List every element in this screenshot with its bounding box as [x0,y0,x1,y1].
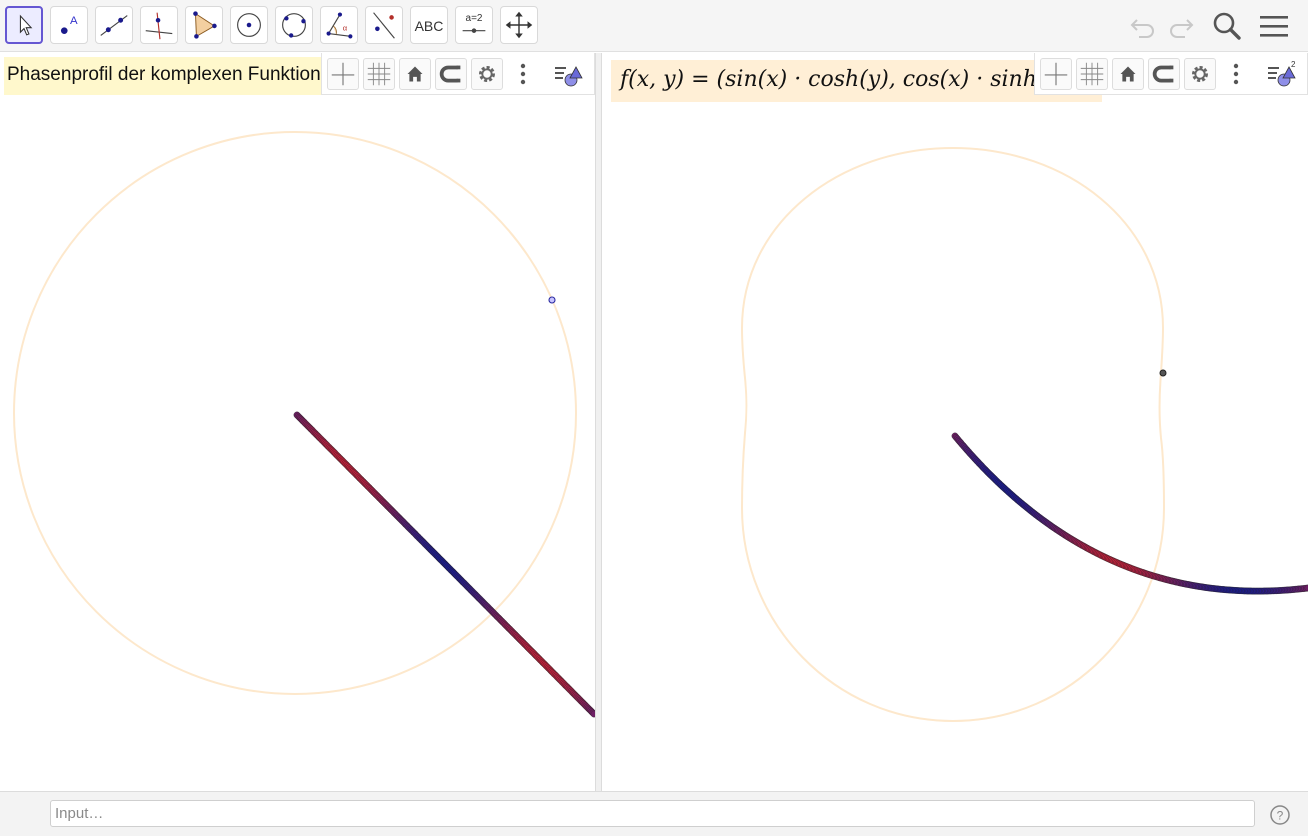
axes-icon [331,62,355,86]
graphics-canvas-1[interactable] [0,53,595,791]
move-arrow-icon [19,14,33,36]
slider-icon [462,28,486,33]
circle-center-icon [237,13,261,37]
toolbar: A α ABC a=2 [0,0,1308,52]
tool-polygon[interactable] [185,6,223,44]
svg-text:2: 2 [1291,60,1296,69]
graphics-canvas-2[interactable] [602,53,1308,791]
polygon-icon [193,11,217,39]
grid-icon [367,62,391,86]
search-button[interactable] [1209,8,1245,44]
more-options-button-2[interactable] [1220,58,1252,90]
search-icon [1213,12,1241,40]
view-settings-button[interactable] [471,58,503,90]
gear-icon [1192,66,1208,82]
algebra-input-field[interactable] [50,800,1255,827]
magnet-icon [439,65,461,83]
toggle-grid-button[interactable] [363,58,395,90]
more-options-button[interactable] [507,58,539,90]
text-tool-label: ABC [414,18,444,34]
circle-three-points-icon [282,13,306,38]
reflect-icon [373,12,395,39]
move-graphics-icon [505,11,533,39]
point-capturing-button[interactable] [435,58,467,90]
point-on-circle[interactable] [548,296,556,304]
perpendicular-line-icon [145,12,173,40]
more-vert-icon [1233,63,1239,85]
style-bar-view-1 [321,53,595,95]
graphics-view-2-icon: 2 [1268,60,1296,87]
tool-reflect-about-line[interactable] [365,6,403,44]
view-divider[interactable] [595,53,602,791]
undo-icon [1130,19,1154,38]
point-icon: A [60,15,78,34]
view1-title-text[interactable]: Phasenprofil der komplexen Funktion [4,57,344,95]
phase-trace-1 [293,411,595,718]
angle-icon: α [326,12,353,39]
magnet-icon [1152,65,1174,83]
point-capturing-button-2[interactable] [1148,58,1180,90]
tool-move-graphics-view[interactable] [500,6,538,44]
tool-text[interactable]: ABC [410,6,448,44]
standard-view-button[interactable] [399,58,431,90]
standard-view-button-2[interactable] [1112,58,1144,90]
tool-slider[interactable]: a=2 [455,6,493,44]
tool-angle[interactable]: α [320,6,358,44]
view2-formula-text[interactable]: f(x, y) = (sin(x) · cosh(y), cos(x) · si… [611,60,1102,102]
graphics-view-1[interactable]: Phasenprofil der komplexen Funktion [0,53,595,791]
svg-text:?: ? [1277,809,1284,823]
tool-line[interactable] [95,6,133,44]
style-bar-view-2: 2 [1034,53,1308,95]
redo-button[interactable] [1163,8,1199,44]
tool-move[interactable] [5,6,43,44]
help-icon: ? [1270,805,1290,825]
tool-point[interactable]: A [50,6,88,44]
graphics-view-icon [555,66,583,87]
svg-text:A: A [70,15,78,27]
menu-button[interactable] [1256,8,1292,44]
grid-icon [1080,62,1104,86]
input-help-button[interactable]: ? [1269,804,1291,826]
graphics-view-menu-button[interactable] [552,58,584,90]
graphics-view-2-menu-button[interactable]: 2 [1265,58,1297,90]
tool-circle-center-point[interactable] [230,6,268,44]
undo-button[interactable] [1125,8,1161,44]
axes-icon [1044,62,1068,86]
toggle-axes-button-2[interactable] [1040,58,1072,90]
view-settings-button-2[interactable] [1184,58,1216,90]
menu-icon [1260,16,1288,37]
tool-perpendicular-line[interactable] [140,6,178,44]
toggle-axes-button[interactable] [327,58,359,90]
image-point[interactable] [1159,369,1167,377]
line-icon [100,15,128,36]
more-vert-icon [520,63,526,85]
phase-trace-2 [951,432,1308,595]
svg-text:α: α [343,24,348,33]
input-bar: ? [0,791,1308,836]
home-icon [407,66,423,82]
redo-icon [1170,19,1194,38]
graphics-view-2[interactable]: f(x, y) = (sin(x) · cosh(y), cos(x) · si… [602,53,1308,791]
gear-icon [479,66,495,82]
home-icon [1120,66,1136,82]
toggle-grid-button-2[interactable] [1076,58,1108,90]
tool-circle-three-points[interactable] [275,6,313,44]
